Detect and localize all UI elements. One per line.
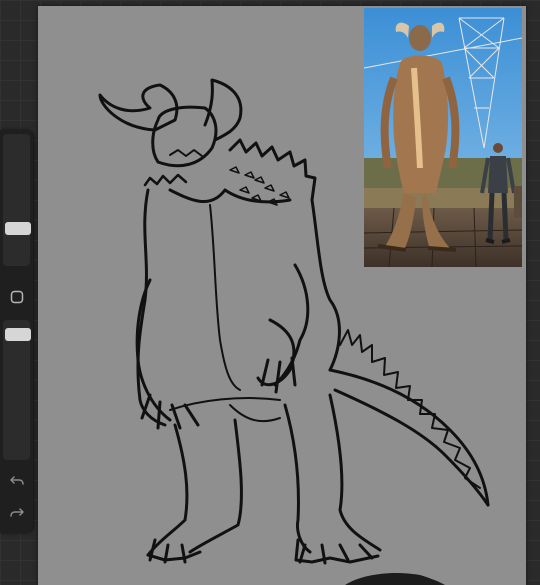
side-toolbar — [0, 130, 33, 533]
brush-size-slider[interactable] — [3, 134, 31, 266]
reference-photo[interactable] — [364, 8, 522, 267]
undo-arrow-icon — [9, 476, 24, 485]
undo-button[interactable] — [0, 468, 33, 494]
drawing-canvas[interactable] — [38, 6, 526, 585]
modify-button[interactable] — [0, 284, 33, 310]
brush-opacity-thumb[interactable] — [5, 328, 31, 342]
brush-size-thumb[interactable] — [5, 222, 31, 236]
redo-arrow-icon — [9, 508, 24, 517]
brush-opacity-slider[interactable] — [3, 320, 31, 460]
redo-button[interactable] — [0, 500, 33, 526]
square-icon — [10, 290, 23, 304]
